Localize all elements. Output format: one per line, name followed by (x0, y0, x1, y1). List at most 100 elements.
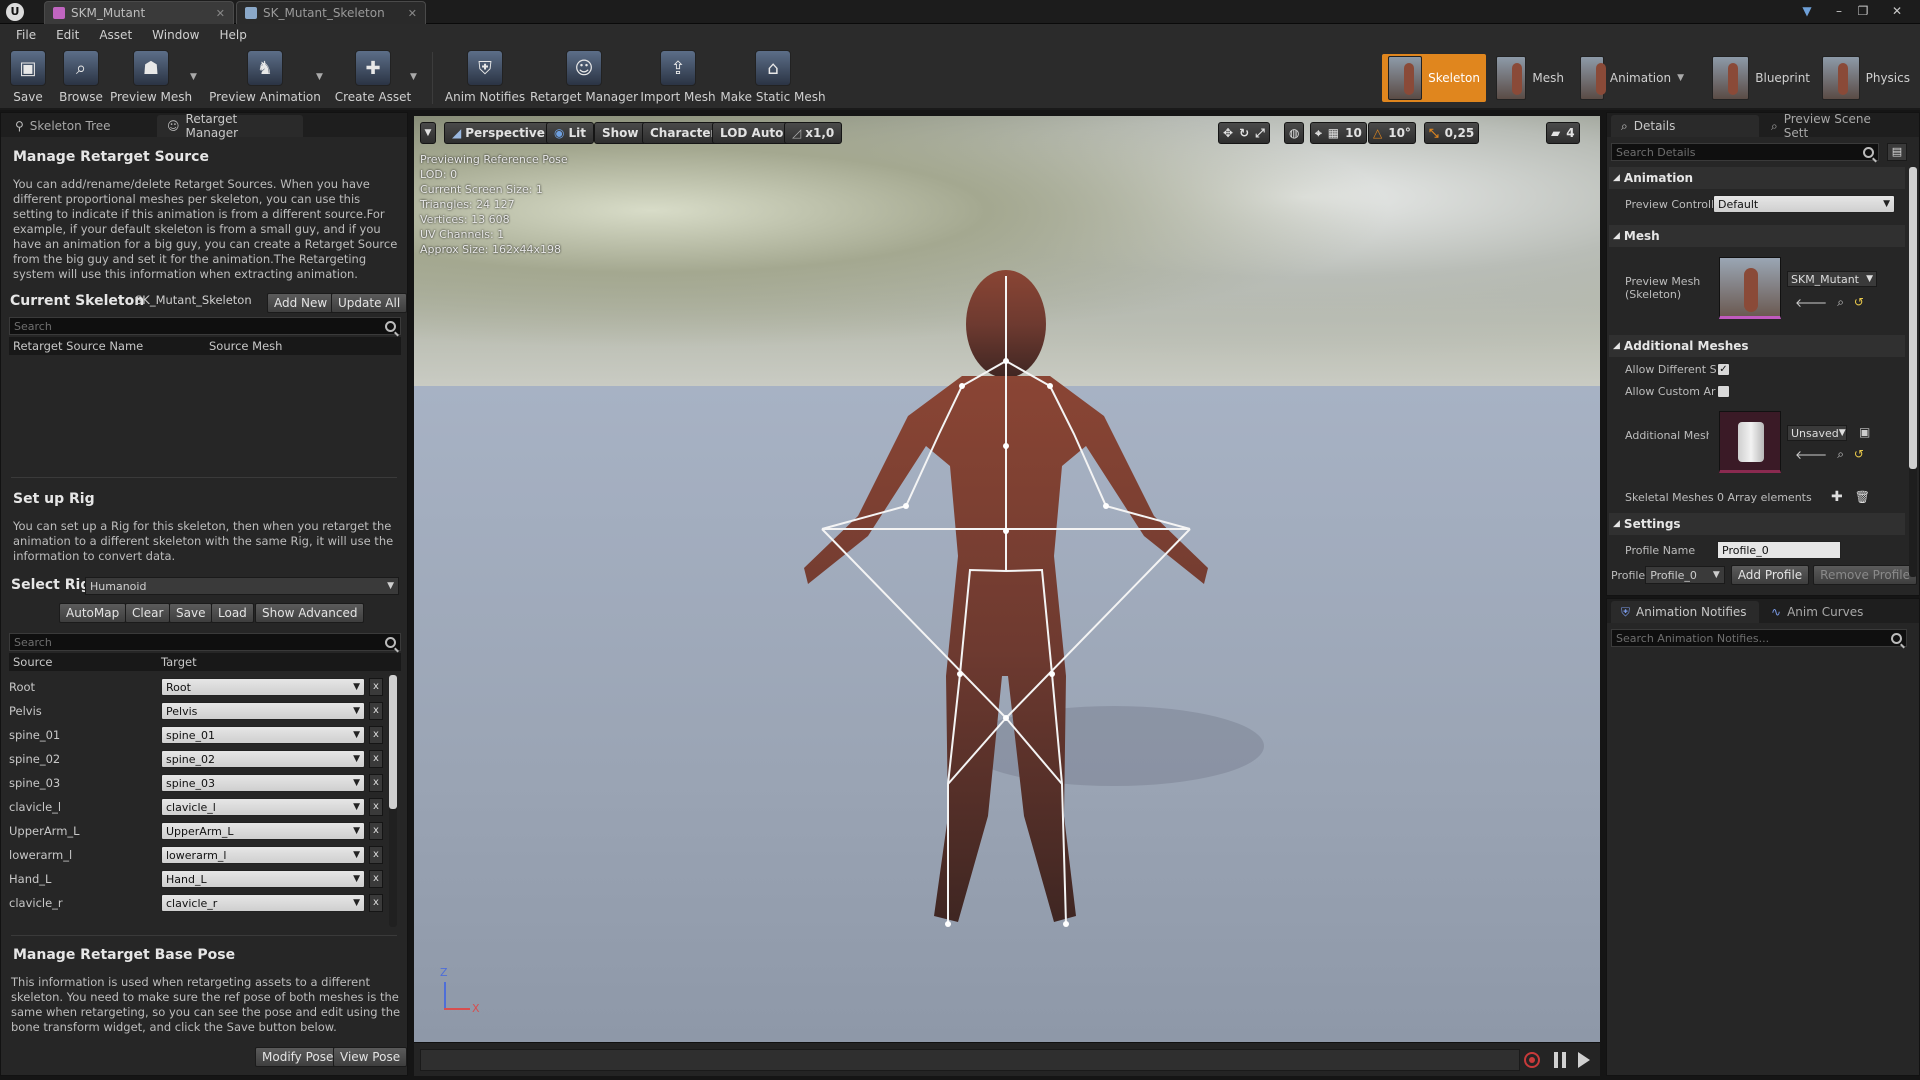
save-button[interactable]: ▣ Save (8, 46, 48, 110)
close-window-button[interactable]: ✕ (1886, 2, 1908, 20)
clear-mapping-button[interactable]: x (369, 726, 383, 744)
tab-retarget-manager[interactable]: ☺ Retarget Manager (157, 112, 303, 140)
retarget-manager-button[interactable]: ☺ Retarget Manager (530, 46, 638, 110)
rig-target-combo[interactable]: spine_03 ▼ (161, 774, 365, 792)
clear-mapping-button[interactable]: x (369, 822, 383, 840)
rotate-icon[interactable]: ↻ (1239, 126, 1249, 140)
maximize-button[interactable]: ❐ (1852, 2, 1874, 20)
menu-window[interactable]: Window (142, 28, 209, 42)
select-rig-dropdown[interactable]: Humanoid ▼ (85, 577, 399, 595)
additional-mesh-thumbnail[interactable] (1719, 411, 1781, 473)
menu-edit[interactable]: Edit (46, 28, 89, 42)
clear-mapping-button[interactable]: x (369, 750, 383, 768)
preview-mesh-button[interactable]: ☗ Preview Mesh (110, 46, 192, 110)
browse-asset-icon[interactable]: ⌕ (1837, 295, 1844, 310)
close-icon[interactable]: ✕ (408, 7, 417, 20)
modify-pose-button[interactable]: Modify Pose (255, 1047, 341, 1067)
show-button[interactable]: Show (594, 122, 647, 144)
category-animation[interactable]: ◢ Animation (1609, 167, 1905, 189)
chevron-down-icon[interactable]: ▼ (1677, 73, 1684, 83)
mode-skeleton-button[interactable]: Skeleton (1382, 54, 1486, 102)
clear-mapping-button[interactable]: x (369, 702, 383, 720)
translate-icon[interactable]: ✥ (1223, 126, 1233, 140)
remove-profile-button[interactable]: Remove Profile (1813, 565, 1917, 585)
reset-icon[interactable]: ↺ (1854, 447, 1864, 462)
rig-target-combo[interactable]: spine_01 ▼ (161, 726, 365, 744)
import-mesh-button[interactable]: ⇪ Import Mesh (640, 46, 716, 110)
menu-help[interactable]: Help (209, 28, 256, 42)
mode-mesh-button[interactable]: Mesh (1490, 54, 1570, 102)
clear-button[interactable]: Clear (125, 603, 171, 623)
mode-blueprint-button[interactable]: Blueprint (1706, 54, 1816, 102)
tab-skeleton-tree[interactable]: ⚲ Skeleton Tree (5, 115, 155, 137)
browse-asset-icon[interactable]: ⌕ (1837, 447, 1844, 462)
load-rig-button[interactable]: Load (211, 603, 254, 623)
rig-target-combo[interactable]: lowerarm_l ▼ (161, 846, 365, 864)
details-search[interactable]: Search Details (1611, 143, 1879, 161)
add-profile-button[interactable]: Add Profile (1730, 565, 1810, 585)
clear-mapping-button[interactable]: x (369, 846, 383, 864)
profile-dropdown[interactable]: Profile_0 ▼ (1645, 566, 1725, 584)
tab-details[interactable]: ⌕ Details (1611, 115, 1759, 137)
rig-target-combo[interactable]: UpperArm_L ▼ (161, 822, 365, 840)
menu-asset[interactable]: Asset (89, 28, 142, 42)
mode-physics-button[interactable]: Physics (1816, 54, 1916, 102)
save-asset-icon[interactable]: ▣ (1859, 425, 1870, 439)
profile-name-input[interactable]: Profile_0 (1717, 541, 1841, 559)
minimize-button[interactable]: – (1828, 2, 1850, 20)
show-advanced-button[interactable]: Show Advanced (255, 603, 365, 623)
feedback-icon[interactable]: ▼ (1796, 2, 1818, 20)
details-scrollbar-track[interactable] (1909, 167, 1917, 577)
scale-snap-toggle[interactable]: ⤡ 0,25 (1424, 122, 1480, 144)
browse-button[interactable]: ⌕ Browse (58, 46, 104, 110)
menu-file[interactable]: File (6, 28, 46, 42)
update-all-button[interactable]: Update All (331, 293, 408, 313)
timeline-scrubber[interactable] (420, 1049, 1520, 1071)
category-settings[interactable]: ◢ Settings (1609, 513, 1905, 535)
playback-speed-button[interactable]: ◿ x1,0 (784, 122, 843, 144)
rotation-snap-toggle[interactable]: △ 10° (1368, 122, 1416, 144)
scale-icon[interactable]: ⤢ (1255, 126, 1265, 141)
preview-controller-dropdown[interactable]: Default ▼ (1713, 195, 1895, 213)
tab-preview-scene-settings[interactable]: ⌕ Preview Scene Sett (1761, 112, 1911, 140)
anim-notifies-button[interactable]: ⛨ Anim Notifies (445, 46, 525, 110)
notify-search[interactable]: Search Animation Notifies... (1611, 629, 1907, 647)
clear-mapping-button[interactable]: x (369, 774, 383, 792)
viewport-options-button[interactable]: ▼ (420, 122, 436, 144)
preview-mesh-picker[interactable]: SKM_Mutant ▼ (1787, 271, 1877, 287)
view-options-icon[interactable]: ▤ (1887, 143, 1907, 161)
clear-mapping-button[interactable]: x (369, 870, 383, 888)
create-asset-button[interactable]: ✚ Create Asset (335, 46, 411, 110)
rig-target-combo[interactable]: Root ▼ (161, 678, 365, 696)
pause-button[interactable] (1554, 1052, 1566, 1068)
preview-animation-dropdown-icon[interactable]: ▼ (316, 72, 323, 82)
record-button[interactable] (1524, 1052, 1540, 1068)
make-static-mesh-button[interactable]: ⌂ Make Static Mesh (720, 46, 826, 110)
tab-animation-notifies[interactable]: ⛨ Animation Notifies (1611, 601, 1759, 623)
allow-custom-checkbox[interactable] (1717, 385, 1730, 398)
reset-icon[interactable]: ↺ (1854, 295, 1864, 310)
rig-list-scrollbar-thumb[interactable] (389, 675, 397, 809)
retarget-source-search[interactable]: Search (9, 317, 401, 335)
viewport[interactable]: ▼ ◢ Perspective ◉ Lit Show Character LOD A… (414, 116, 1600, 1042)
clear-mapping-button[interactable]: x (369, 678, 383, 696)
additional-mesh-picker[interactable]: Unsaved ▼ (1787, 425, 1847, 441)
lit-button[interactable]: ◉ Lit (546, 122, 594, 144)
preview-mesh-dropdown-icon[interactable]: ▼ (190, 72, 197, 82)
camera-speed-button[interactable]: ▰ 4 (1546, 122, 1580, 144)
document-tab-skeleton[interactable]: SK_Mutant_Skeleton ✕ (236, 1, 426, 24)
use-selected-icon[interactable]: 🡐 (1795, 295, 1827, 310)
rig-target-combo[interactable]: Pelvis ▼ (161, 702, 365, 720)
play-forward-button[interactable] (1578, 1052, 1590, 1068)
allow-different-checkbox[interactable]: ✓ (1717, 363, 1730, 376)
rig-search[interactable]: Search (9, 633, 401, 651)
mode-animation-button[interactable]: Animation ▼ (1574, 54, 1690, 102)
grid-snap-toggle[interactable]: ⌖ ▦ 10 (1310, 122, 1367, 144)
preview-mesh-thumbnail[interactable] (1719, 257, 1781, 319)
rig-target-combo[interactable]: clavicle_l ▼ (161, 798, 365, 816)
rig-list-scrollbar-track[interactable] (389, 675, 397, 927)
create-asset-dropdown-icon[interactable]: ▼ (410, 72, 417, 82)
save-rig-button[interactable]: Save (169, 603, 213, 623)
details-scrollbar-thumb[interactable] (1909, 167, 1917, 469)
delete-icon[interactable]: 🗑 (1855, 490, 1870, 504)
